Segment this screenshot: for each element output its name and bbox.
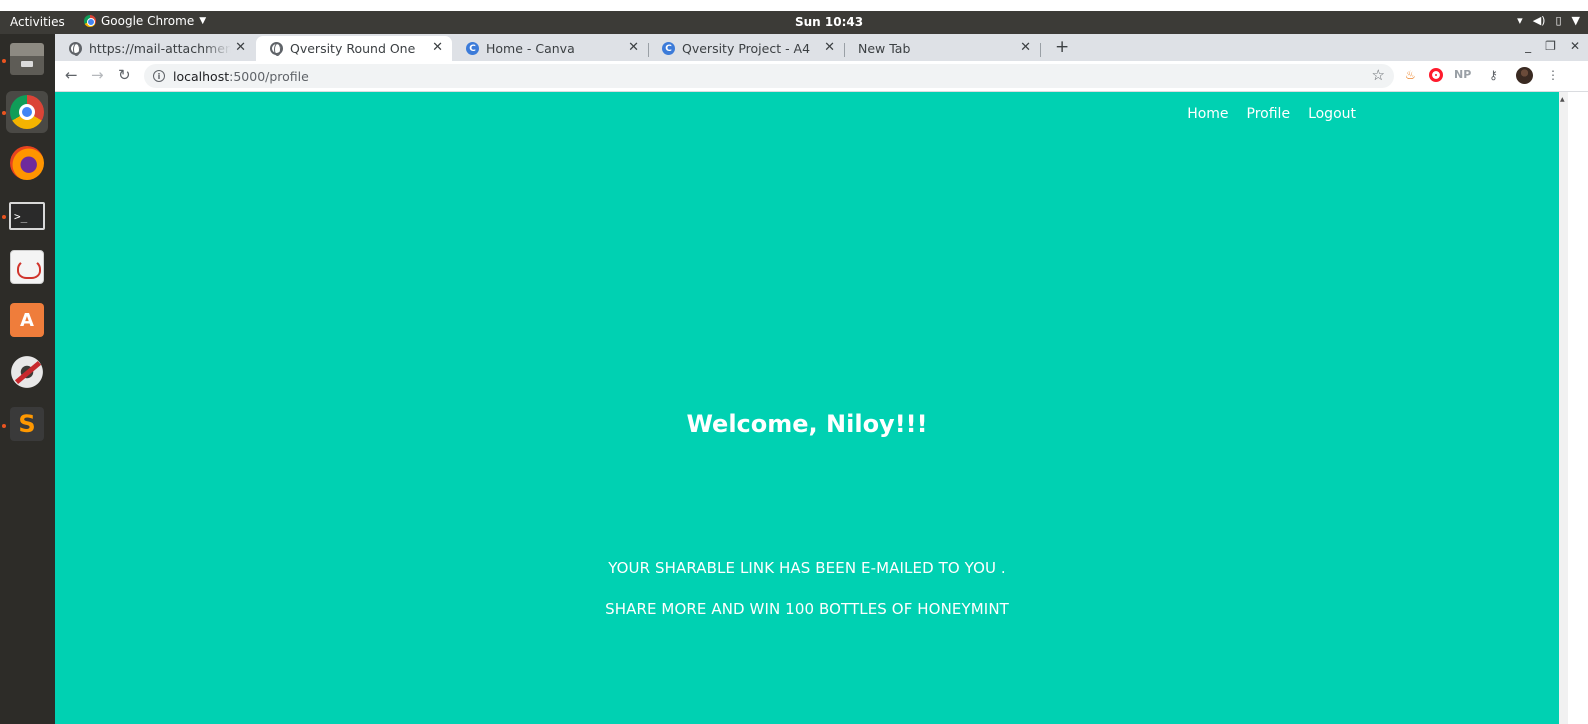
tab-qversity-project[interactable]: C Qversity Project - A4 ✕: [648, 36, 844, 61]
tab-mail-attachment[interactable]: https://mail-attachment.googleuserconten…: [55, 36, 255, 61]
sharable-link-message: YOUR SHARABLE LINK HAS BEEN E-MAILED TO …: [608, 559, 1006, 577]
minimize-icon[interactable]: _: [1525, 39, 1531, 53]
tab-home-canva[interactable]: C Home - Canva ✕: [452, 36, 648, 61]
browser-toolbar: ← → ↻ i localhost:5000/profile ☆ ♨ NP ⚷ …: [55, 61, 1588, 92]
tab-new-tab[interactable]: New Tab ✕: [844, 36, 1040, 61]
caret-down-icon: ▼: [1571, 14, 1580, 27]
share-more-message: SHARE MORE AND WIN 100 BOTTLES OF HONEYM…: [605, 600, 1009, 618]
clock[interactable]: Sun 10:43: [795, 15, 863, 29]
close-window-icon[interactable]: ✕: [1570, 39, 1580, 53]
tab-strip: https://mail-attachment.googleuserconten…: [55, 34, 1588, 61]
dock-sublime-text[interactable]: S: [6, 403, 48, 445]
scroll-up-icon[interactable]: ▲: [1560, 96, 1565, 103]
globe-icon: [69, 42, 82, 56]
close-tab-icon[interactable]: ✕: [824, 40, 835, 55]
volume-icon: ◀): [1532, 14, 1546, 27]
address-bar[interactable]: i localhost:5000/profile ☆: [144, 64, 1394, 88]
terminal-icon: >_: [9, 202, 45, 230]
system-tray[interactable]: ▾ ◀) ▯ ▼: [1517, 14, 1580, 27]
canva-icon: C: [466, 42, 479, 55]
chrome-icon: [10, 95, 44, 129]
tab-label: https://mail-attachment.googleuserconten…: [89, 41, 231, 56]
text-editor-icon: [10, 250, 44, 284]
tab-label: Qversity Round One: [290, 41, 416, 56]
profile-page: Home Profile Logout Welcome, Niloy!!! YO…: [55, 92, 1559, 724]
settings-icon: [10, 355, 44, 389]
nav-profile-link[interactable]: Profile: [1247, 106, 1291, 122]
app-menu-label: Google Chrome: [101, 14, 195, 28]
battery-icon: ▯: [1555, 14, 1562, 27]
url-host: localhost: [173, 68, 230, 84]
sublime-text-icon: S: [10, 407, 44, 441]
dock-chrome[interactable]: [6, 91, 48, 133]
close-tab-icon[interactable]: ✕: [235, 40, 246, 55]
info-icon[interactable]: i: [153, 70, 165, 82]
window-edge: [1568, 92, 1588, 724]
close-tab-icon[interactable]: ✕: [1020, 40, 1031, 55]
tab-label: New Tab: [858, 41, 911, 56]
opera-vpn-icon[interactable]: [1429, 68, 1443, 82]
menu-kebab-icon[interactable]: ⋮: [1547, 68, 1559, 82]
dock-files[interactable]: [6, 38, 48, 80]
app-menu[interactable]: Google Chrome ▼: [84, 14, 206, 28]
system-top-bar: Activities Google Chrome ▼ Sun 10:43 ▾ ◀…: [0, 11, 1588, 34]
new-tab-button[interactable]: +: [1055, 37, 1069, 57]
window-controls: _ ❐ ✕: [1525, 39, 1580, 53]
tab-qversity-round-one[interactable]: Qversity Round One ✕: [256, 36, 452, 61]
extension-icon[interactable]: ♨: [1405, 68, 1416, 82]
page-navbar: Home Profile Logout: [1187, 106, 1356, 122]
caret-down-icon: ▼: [199, 16, 207, 26]
software-center-icon: A: [10, 303, 44, 337]
dock-text-editor[interactable]: [6, 246, 48, 288]
dock-system-settings[interactable]: [6, 351, 48, 393]
wifi-icon: ▾: [1517, 14, 1523, 27]
restore-icon[interactable]: ❐: [1545, 39, 1556, 53]
chrome-icon: [84, 15, 96, 27]
canva-icon: C: [662, 42, 675, 55]
tab-label: Home - Canva: [486, 41, 575, 56]
dock-firefox[interactable]: [6, 142, 48, 184]
nav-home-link[interactable]: Home: [1187, 106, 1228, 122]
dock-software-center[interactable]: A: [6, 299, 48, 341]
scrollbar[interactable]: [1559, 92, 1568, 724]
activities-button[interactable]: Activities: [10, 15, 65, 29]
firefox-icon: [10, 146, 44, 180]
np-extension-icon[interactable]: NP: [1454, 68, 1471, 81]
launcher-dock: >_ A S: [0, 34, 55, 724]
globe-icon: [270, 42, 283, 56]
reload-button[interactable]: ↻: [118, 66, 131, 84]
profile-avatar[interactable]: [1516, 67, 1533, 84]
close-tab-icon[interactable]: ✕: [432, 40, 443, 55]
url-path: :5000/profile: [229, 68, 309, 84]
back-button[interactable]: ←: [65, 66, 78, 84]
files-icon: [10, 43, 44, 75]
nav-logout-link[interactable]: Logout: [1308, 106, 1356, 122]
dock-terminal[interactable]: >_: [6, 195, 48, 237]
forward-button[interactable]: →: [91, 66, 104, 84]
close-tab-icon[interactable]: ✕: [628, 40, 639, 55]
key-icon[interactable]: ⚷: [1489, 68, 1498, 82]
welcome-heading: Welcome, Niloy!!!: [686, 410, 928, 438]
tab-separator: [1040, 43, 1041, 57]
tab-label: Qversity Project - A4: [682, 41, 811, 56]
bookmark-star-icon[interactable]: ☆: [1372, 66, 1385, 84]
